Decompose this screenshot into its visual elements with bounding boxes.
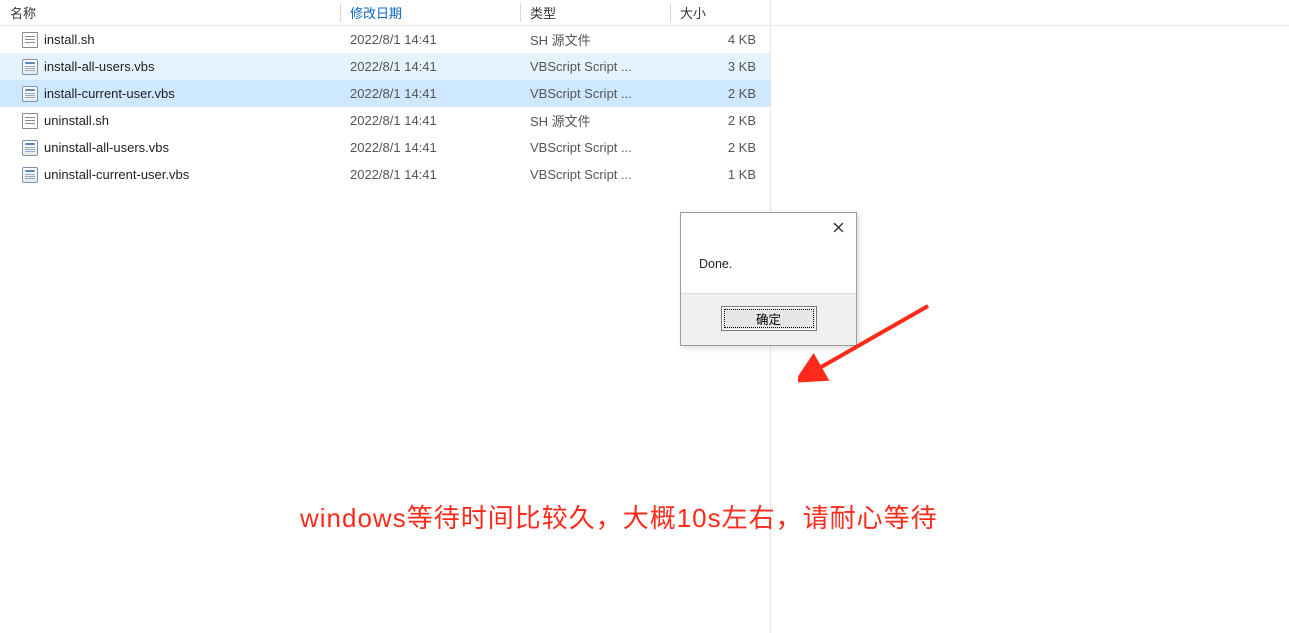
ok-button[interactable]: 确定 [721, 306, 817, 331]
file-type: VBScript Script ... [520, 140, 670, 155]
file-row[interactable]: uninstall-current-user.vbs 2022/8/1 14:41… [0, 161, 770, 188]
file-size: 1 KB [670, 167, 770, 182]
vbscript-icon [22, 86, 38, 102]
file-date: 2022/8/1 14:41 [340, 59, 520, 74]
vbscript-icon [22, 140, 38, 156]
file-size: 2 KB [670, 113, 770, 128]
file-row[interactable]: install-current-user.vbs 2022/8/1 14:41VB… [0, 80, 770, 107]
file-size: 3 KB [670, 59, 770, 74]
column-date-label: 修改日期 [350, 3, 402, 22]
file-name-cell: install-current-user.vbs [0, 86, 340, 102]
file-type: VBScript Script ... [520, 86, 670, 101]
file-name: uninstall-all-users.vbs [44, 140, 169, 155]
file-row[interactable]: uninstall-all-users.vbs 2022/8/1 14:41VBS… [0, 134, 770, 161]
file-size: 2 KB [670, 140, 770, 155]
file-name-cell: install-all-users.vbs [0, 59, 340, 75]
column-header: 名称 修改日期 类型 大小 [0, 0, 1289, 26]
column-type-label: 类型 [530, 3, 556, 22]
close-icon [833, 222, 844, 233]
vbscript-icon [22, 167, 38, 183]
file-name: uninstall-current-user.vbs [44, 167, 189, 182]
file-name-cell: uninstall.sh [0, 113, 340, 129]
column-size-label: 大小 [680, 3, 706, 22]
message-dialog: Done. 确定 [680, 212, 857, 346]
file-list: install.sh2022/8/1 14:41SH 源文件4 KBinstal… [0, 26, 770, 188]
file-date: 2022/8/1 14:41 [340, 167, 520, 182]
file-type: VBScript Script ... [520, 167, 670, 182]
dialog-message: Done. [681, 251, 856, 293]
close-button[interactable] [820, 213, 856, 241]
shell-script-icon [22, 113, 38, 129]
file-name: install-all-users.vbs [44, 59, 155, 74]
file-size: 4 KB [670, 32, 770, 47]
file-type: VBScript Script ... [520, 59, 670, 74]
file-name: install.sh [44, 32, 95, 47]
column-name-label: 名称 [10, 3, 36, 22]
vbscript-icon [22, 59, 38, 75]
file-row[interactable]: uninstall.sh 2022/8/1 14:41SH 源文件2 KB [0, 107, 770, 134]
file-date: 2022/8/1 14:41 [340, 32, 520, 47]
file-name-cell: install.sh [0, 32, 340, 48]
annotation-caption: windows等待时间比较久，大概10s左右，请耐心等待 [300, 498, 938, 535]
file-type: SH 源文件 [520, 30, 670, 49]
shell-script-icon [22, 32, 38, 48]
file-size: 2 KB [670, 86, 770, 101]
column-name[interactable]: 名称 [0, 0, 340, 25]
file-name-cell: uninstall-all-users.vbs [0, 140, 340, 156]
file-name-cell: uninstall-current-user.vbs [0, 167, 340, 183]
file-date: 2022/8/1 14:41 [340, 86, 520, 101]
dialog-titlebar [681, 213, 856, 251]
file-name: install-current-user.vbs [44, 86, 175, 101]
file-row[interactable]: install.sh 2022/8/1 14:41SH 源文件4 KB [0, 26, 770, 53]
column-size[interactable]: 大小 [670, 0, 770, 25]
column-type[interactable]: 类型 [520, 0, 670, 25]
dialog-button-row: 确定 [681, 293, 856, 345]
file-name: uninstall.sh [44, 113, 109, 128]
column-date[interactable]: 修改日期 [340, 0, 520, 25]
file-type: SH 源文件 [520, 111, 670, 130]
file-date: 2022/8/1 14:41 [340, 140, 520, 155]
file-date: 2022/8/1 14:41 [340, 113, 520, 128]
file-row[interactable]: install-all-users.vbs 2022/8/1 14:41VBScr… [0, 53, 770, 80]
